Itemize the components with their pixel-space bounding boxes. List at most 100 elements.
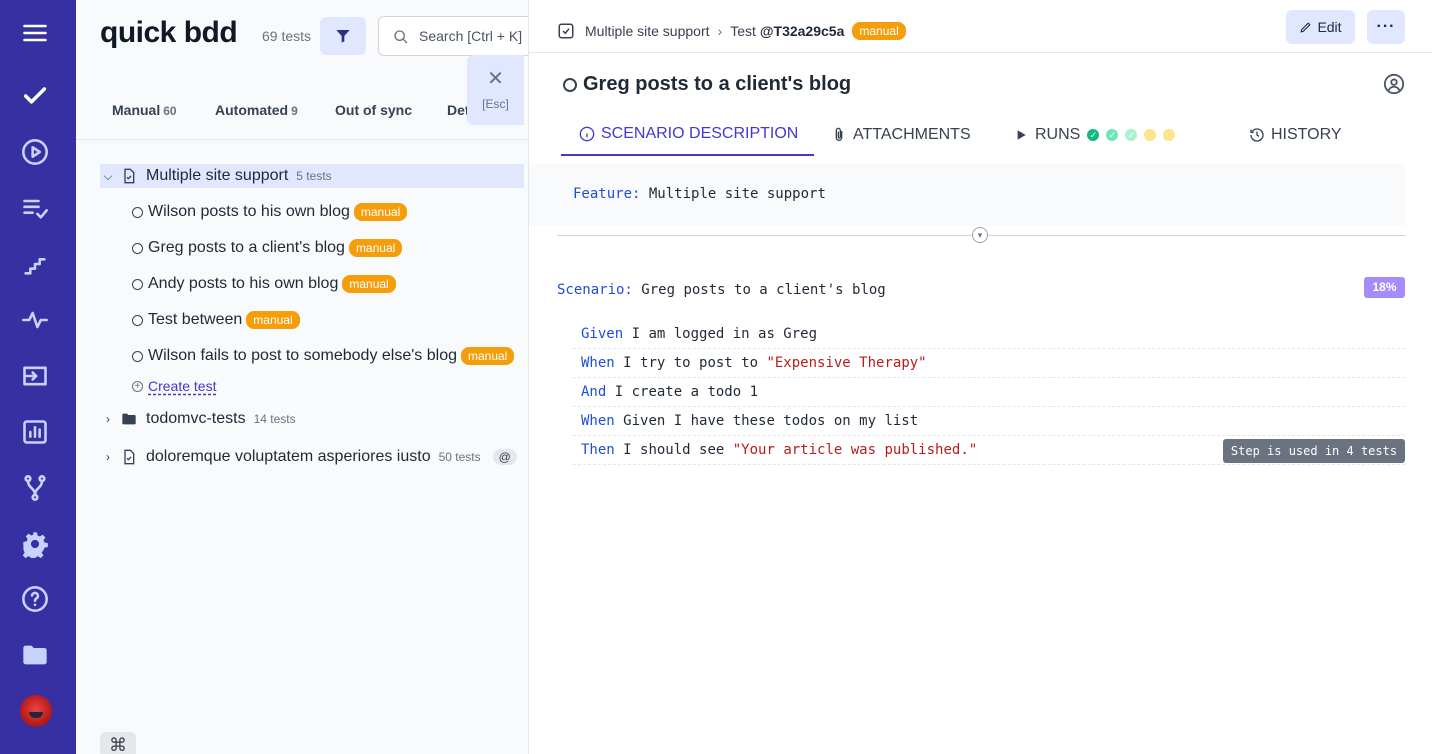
project-test-count: 69 tests bbox=[262, 28, 312, 44]
feature-text: Multiple site support bbox=[648, 186, 826, 202]
step-row[interactable]: Given I am logged in as Greg bbox=[573, 320, 1405, 349]
test-item[interactable]: Andy posts to his own blog manual bbox=[132, 272, 396, 296]
close-panel-button[interactable]: ✕ [Esc] bbox=[467, 55, 524, 125]
branch-icon[interactable] bbox=[20, 473, 50, 503]
tab-label: Out of sync bbox=[335, 102, 413, 118]
play-icon bbox=[1017, 130, 1026, 140]
edit-label: Edit bbox=[1317, 19, 1342, 35]
check-icon[interactable] bbox=[20, 81, 50, 111]
test-filter-tabs: Manual 60 Automated 9 Out of sync Det bbox=[76, 92, 528, 140]
status-circle-icon bbox=[132, 314, 143, 326]
tab-history[interactable]: HISTORY bbox=[1249, 114, 1342, 156]
step-text: I should see bbox=[623, 442, 725, 458]
chevron-down-icon[interactable]: ⌵ bbox=[100, 169, 116, 184]
search-input[interactable] bbox=[419, 17, 537, 55]
create-test-link[interactable]: + Create test bbox=[132, 378, 216, 394]
manual-badge: manual bbox=[342, 275, 396, 293]
manual-badge: manual bbox=[348, 239, 403, 257]
tab-runs[interactable]: RUNS ✓ ✓ ✓ bbox=[1013, 114, 1176, 156]
step-usage-tooltip: Step is used in 4 tests bbox=[1223, 439, 1405, 463]
step-string: "Your article was published." bbox=[732, 442, 978, 458]
tag-chip: @ bbox=[492, 449, 517, 465]
suite-name: todomvc-tests bbox=[146, 410, 246, 427]
test-item[interactable]: Wilson posts to his own blog manual bbox=[132, 200, 408, 224]
step-text: I am logged in as Greg bbox=[631, 326, 818, 342]
gear-icon[interactable] bbox=[20, 529, 50, 559]
test-id: @T32a29c5a bbox=[759, 23, 845, 39]
manual-badge: manual bbox=[353, 203, 408, 221]
test-item[interactable]: Test between manual bbox=[132, 308, 300, 332]
folder-icon[interactable] bbox=[20, 640, 50, 670]
checkbox-icon bbox=[558, 23, 574, 39]
scenario-keyword: Scenario: bbox=[557, 282, 633, 298]
list-check-icon[interactable] bbox=[20, 193, 50, 223]
tab-label: Automated bbox=[215, 102, 289, 118]
test-item[interactable]: Wilson fails to post to somebody else's … bbox=[132, 344, 515, 368]
manual-badge: manual bbox=[246, 311, 300, 329]
assignee-icon[interactable] bbox=[1383, 73, 1405, 95]
tab-out-of-sync[interactable]: Out of sync bbox=[335, 102, 412, 118]
menu-icon[interactable] bbox=[20, 18, 50, 48]
tab-label: SCENARIO DESCRIPTION bbox=[601, 125, 799, 142]
chevron-right-icon[interactable]: › bbox=[100, 412, 116, 426]
step-keyword: When bbox=[581, 413, 615, 429]
status-circle-icon bbox=[563, 77, 577, 92]
user-avatar[interactable] bbox=[20, 695, 52, 727]
suite-count: 14 tests bbox=[253, 412, 296, 426]
step-text: I try to post to bbox=[623, 355, 759, 371]
edit-button[interactable]: Edit bbox=[1286, 10, 1355, 44]
detail-tabs: SCENARIO DESCRIPTION ATTACHMENTS RUNS ✓ … bbox=[561, 114, 1405, 158]
history-icon bbox=[1250, 128, 1264, 142]
info-icon bbox=[579, 126, 595, 142]
plus-icon: + bbox=[132, 380, 143, 392]
paperclip-icon bbox=[835, 127, 843, 141]
suite-name: Multiple site support bbox=[146, 167, 289, 184]
test-tree-panel: quick bdd 69 tests Manual60 Automated9 O… bbox=[76, 0, 538, 754]
play-circle-icon[interactable] bbox=[20, 137, 50, 167]
status-circle-icon bbox=[132, 350, 143, 362]
suite-row-multiple-site-support[interactable]: ⌵ Multiple site support 5 tests bbox=[100, 164, 524, 188]
tab-attachments[interactable]: ATTACHMENTS bbox=[831, 114, 971, 156]
analytics-icon[interactable] bbox=[20, 417, 50, 447]
suite-count: 50 tests bbox=[438, 450, 481, 464]
help-icon[interactable] bbox=[20, 584, 50, 614]
create-test-label: Create test bbox=[148, 378, 217, 394]
pulse-icon[interactable] bbox=[20, 305, 50, 335]
scenario-line: Scenario: Greg posts to a client's blog bbox=[557, 282, 886, 298]
collapse-toggle-icon[interactable]: ▾ bbox=[972, 227, 988, 243]
manual-badge: manual bbox=[852, 22, 906, 40]
filter-button[interactable] bbox=[320, 17, 366, 55]
step-keyword: Then bbox=[581, 442, 615, 458]
command-palette-button[interactable]: ⌘ bbox=[100, 732, 136, 754]
status-circle-icon bbox=[132, 206, 143, 218]
feature-keyword: Feature: bbox=[573, 186, 641, 202]
chevron-right-icon[interactable]: › bbox=[100, 450, 116, 464]
tab-manual[interactable]: Manual 60 bbox=[112, 102, 177, 118]
steps-icon[interactable] bbox=[20, 249, 50, 279]
more-options-button[interactable]: ··· bbox=[1367, 10, 1405, 44]
tab-scenario-description[interactable]: SCENARIO DESCRIPTION bbox=[561, 114, 815, 156]
run-status-dot bbox=[1144, 129, 1157, 141]
step-row[interactable]: When I try to post to "Expensive Therapy… bbox=[573, 349, 1405, 378]
tab-automated[interactable]: Automated 9 bbox=[215, 102, 298, 118]
test-name: Andy posts to his own blog bbox=[148, 275, 339, 292]
suite-row-todomvc-tests[interactable]: › todomvc-tests 14 tests bbox=[100, 407, 524, 431]
breadcrumb-suite[interactable]: Multiple site support bbox=[585, 23, 710, 39]
test-name: Greg posts to a client's blog bbox=[148, 239, 345, 256]
suite-count: 5 tests bbox=[296, 169, 332, 183]
import-icon[interactable] bbox=[20, 361, 50, 391]
test-item[interactable]: Greg posts to a client's blog manual bbox=[132, 236, 403, 260]
tab-count: 9 bbox=[291, 104, 298, 118]
run-status-dot: ✓ bbox=[1125, 129, 1138, 141]
step-row[interactable]: When Given I have these todos on my list bbox=[573, 407, 1405, 436]
suite-name: doloremque voluptatem asperiores iusto bbox=[146, 448, 431, 465]
test-name: Wilson posts to his own blog bbox=[148, 203, 350, 220]
step-row[interactable]: And I create a todo 1 bbox=[573, 378, 1405, 407]
esc-shortcut: [Esc] bbox=[482, 97, 509, 111]
detail-header: Multiple site support › Test @T32a29c5a … bbox=[529, 0, 1432, 53]
search-box bbox=[378, 16, 538, 56]
status-circle-icon bbox=[132, 242, 143, 254]
suite-row-doloremque[interactable]: › doloremque voluptatem asperiores iusto… bbox=[100, 445, 524, 469]
search-icon bbox=[394, 30, 408, 44]
test-name: Test between bbox=[148, 311, 243, 328]
